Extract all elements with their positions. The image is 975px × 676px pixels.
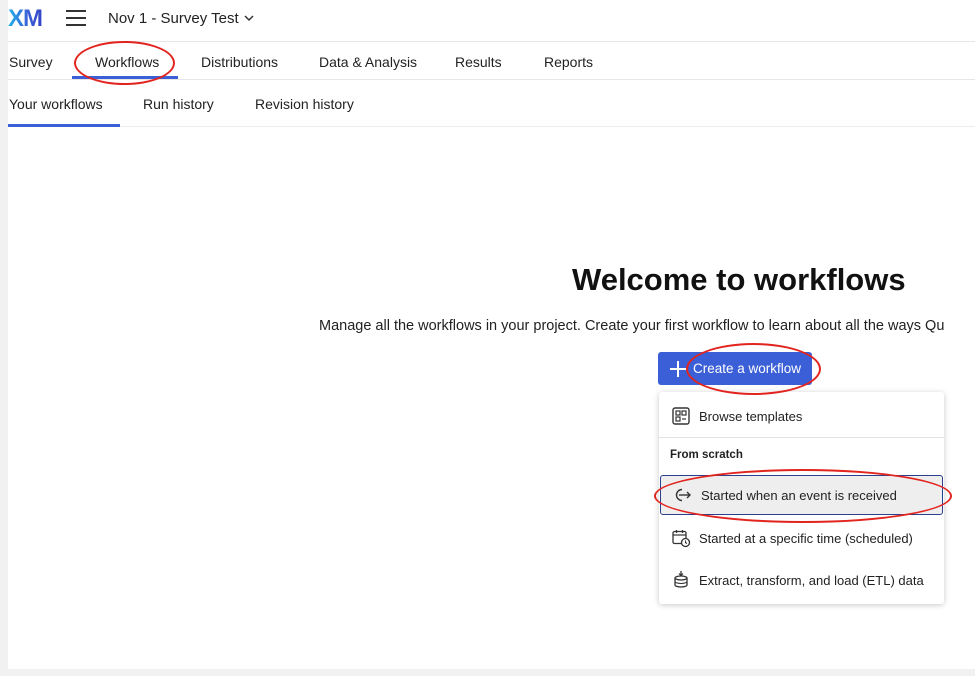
subtab-your-workflows[interactable]: Your workflows — [9, 96, 103, 112]
plus-icon — [670, 360, 686, 377]
project-title[interactable]: Nov 1 - Survey Test — [108, 10, 239, 27]
browse-templates-item[interactable]: Browse templates — [659, 396, 944, 436]
subtab-revision-history[interactable]: Revision history — [255, 96, 354, 112]
database-icon — [674, 571, 688, 588]
welcome-title: Welcome to workflows — [572, 262, 906, 297]
scheduled-item[interactable]: Started at a specific time (scheduled) — [659, 518, 944, 558]
main-tabs: Survey Workflows Distributions Data & An… — [8, 42, 975, 80]
welcome-description: Manage all the workflows in your project… — [319, 318, 945, 334]
templates-icon — [672, 407, 690, 425]
scheduled-label: Started at a specific time (scheduled) — [699, 530, 913, 546]
app-window: XM Nov 1 - Survey Test Survey Workflows … — [8, 0, 975, 669]
chevron-down-icon[interactable] — [244, 13, 254, 23]
tab-results[interactable]: Results — [455, 54, 502, 70]
tab-distributions[interactable]: Distributions — [201, 54, 278, 70]
tab-workflows[interactable]: Workflows — [95, 54, 159, 70]
browse-templates-label: Browse templates — [699, 408, 803, 424]
subtab-run-history[interactable]: Run history — [143, 96, 214, 112]
top-bar: XM Nov 1 - Survey Test — [8, 0, 975, 42]
sub-tabs: Your workflows Run history Revision hist… — [8, 81, 975, 127]
xm-logo[interactable]: XM — [8, 6, 43, 32]
event-started-item[interactable]: Started when an event is received — [660, 475, 943, 515]
etl-label: Extract, transform, and load (ETL) data — [699, 572, 924, 588]
from-scratch-heading: From scratch — [670, 449, 743, 461]
tab-reports[interactable]: Reports — [544, 54, 593, 70]
tab-survey[interactable]: Survey — [9, 54, 53, 70]
event-started-label: Started when an event is received — [701, 487, 897, 503]
create-workflow-button[interactable]: Create a workflow — [658, 352, 812, 385]
tab-data-analysis[interactable]: Data & Analysis — [319, 54, 417, 70]
create-workflow-label: Create a workflow — [693, 361, 802, 376]
event-arrow-icon — [675, 488, 691, 502]
calendar-clock-icon — [672, 530, 691, 548]
active-subtab-indicator — [8, 124, 120, 127]
active-tab-indicator — [72, 76, 178, 79]
hamburger-menu-icon[interactable] — [66, 10, 86, 26]
create-workflow-dropdown: Browse templates From scratch Started wh… — [659, 392, 944, 604]
etl-item[interactable]: Extract, transform, and load (ETL) data — [659, 560, 944, 600]
dropdown-divider — [659, 437, 944, 438]
